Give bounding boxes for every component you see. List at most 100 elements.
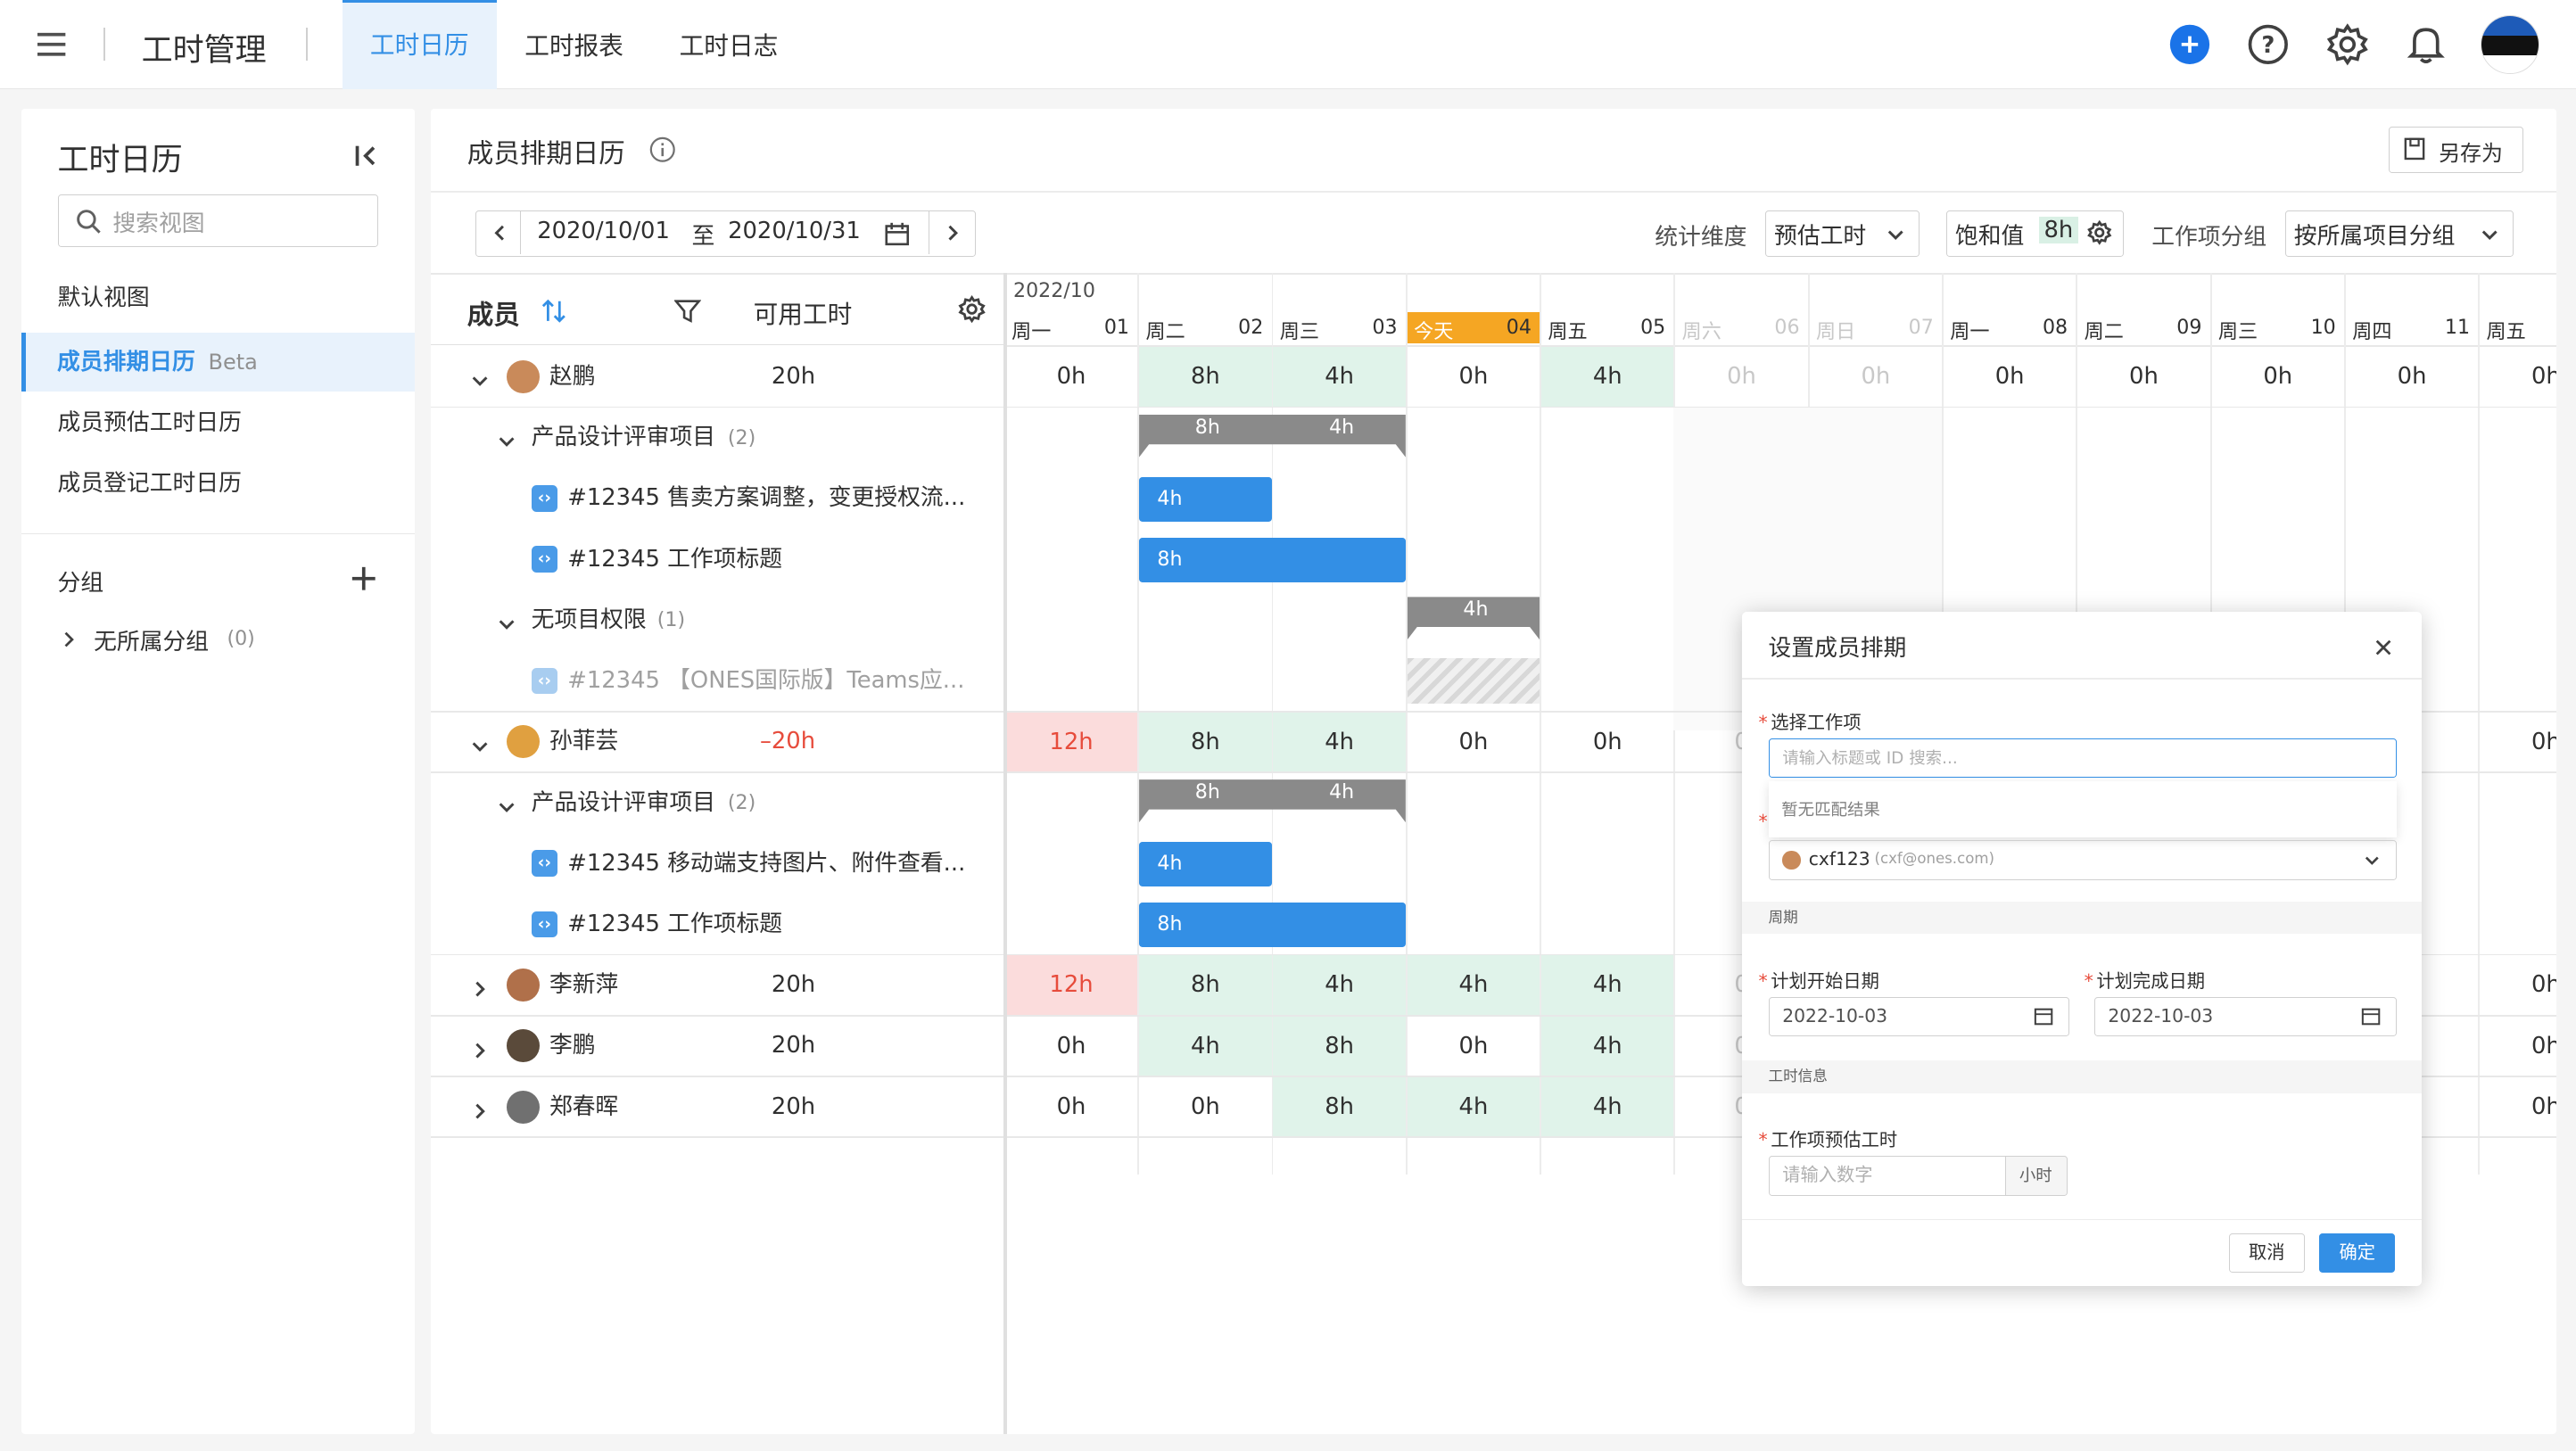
- group-by-select[interactable]: 按所属项目分组: [2284, 210, 2514, 257]
- chevron-right-icon[interactable]: [470, 1097, 490, 1119]
- work-item-title[interactable]: #12345 工作项标题: [567, 543, 782, 576]
- info-icon[interactable]: [649, 136, 676, 163]
- hours-cell[interactable]: 8h: [1139, 955, 1272, 1015]
- chevron-down-icon[interactable]: [497, 610, 516, 630]
- schedule-bar[interactable]: 8h: [1139, 538, 1406, 582]
- hours-cell[interactable]: 4h: [1541, 347, 1674, 407]
- hours-cell[interactable]: 4h: [1541, 1076, 1674, 1137]
- stat-dim-select[interactable]: 预估工时: [1764, 210, 1920, 257]
- end-date-input[interactable]: 2022-10-03: [2093, 996, 2397, 1036]
- hours-cell[interactable]: 8h: [1139, 712, 1272, 771]
- hours-cell[interactable]: 0h: [2480, 713, 2556, 771]
- prev-range-button[interactable]: [476, 211, 521, 254]
- hours-cell[interactable]: 0h: [1005, 1077, 1137, 1136]
- collapse-icon[interactable]: [352, 143, 379, 169]
- confirm-button[interactable]: 确定: [2319, 1233, 2396, 1274]
- next-range-button[interactable]: [929, 211, 973, 254]
- work-item-title[interactable]: #12345 移动端支持图片、附件查看...: [567, 847, 965, 880]
- hours-cell[interactable]: 0h: [2480, 1077, 2556, 1136]
- hours-cell[interactable]: 4h: [1273, 955, 1406, 1015]
- hours-cell[interactable]: 0h: [1408, 713, 1540, 771]
- sidebar-item-schedule[interactable]: 成员排期日历 Beta: [21, 332, 415, 392]
- chevron-right-icon[interactable]: [470, 1036, 490, 1059]
- bell-icon[interactable]: [2403, 21, 2449, 68]
- day-number: 08: [2042, 316, 2068, 340]
- hours-cell[interactable]: 0h: [2480, 955, 2556, 1014]
- hours-cell[interactable]: 0h: [1944, 347, 2076, 406]
- hours-cell[interactable]: 0h: [1139, 1077, 1271, 1136]
- cancel-button[interactable]: 取消: [2228, 1233, 2305, 1274]
- top-bar: 工时管理 工时日历 工时报表 工时日志 ?: [0, 0, 2576, 89]
- work-item-title[interactable]: #12345 售卖方案调整，变更授权流...: [567, 482, 965, 515]
- hours-cell[interactable]: 0h: [1408, 1017, 1540, 1076]
- group-item-ungrouped[interactable]: 无所属分组 (0): [58, 623, 387, 656]
- member-avatar: [507, 725, 540, 759]
- hours-cell[interactable]: 4h: [1139, 1016, 1272, 1076]
- search-input[interactable]: 搜索视图: [57, 194, 379, 247]
- sidebar-item-logged[interactable]: 成员登记工时日历: [21, 454, 415, 513]
- add-icon[interactable]: [2168, 21, 2215, 68]
- chevron-down-icon[interactable]: [497, 427, 516, 448]
- save-icon: [2405, 137, 2425, 161]
- tab-log[interactable]: 工时日志: [651, 0, 805, 89]
- schedule-bar[interactable]: 4h: [1139, 476, 1272, 522]
- hours-cell[interactable]: 8h: [1273, 1076, 1406, 1137]
- close-icon[interactable]: [2374, 633, 2393, 655]
- hours-cell[interactable]: 12h: [1004, 955, 1138, 1015]
- project-name: 产品设计评审项目: [531, 424, 716, 451]
- chevron-down-icon[interactable]: [497, 793, 516, 812]
- sidebar-item-estimate[interactable]: 成员预估工时日历: [21, 393, 415, 452]
- estimate-hours-input[interactable]: 请输入数字: [1768, 1156, 2007, 1196]
- member-select[interactable]: cxf123 (cxf@ones.com): [1768, 840, 2397, 880]
- menu-icon[interactable]: [37, 31, 67, 58]
- hours-cell[interactable]: 8h: [1273, 1016, 1406, 1076]
- tab-calendar[interactable]: 工时日历: [342, 0, 497, 89]
- work-item-title[interactable]: #12345 工作项标题: [567, 908, 782, 941]
- hours-cell[interactable]: 0h: [1408, 347, 1540, 406]
- hours-cell[interactable]: 0h: [2077, 347, 2209, 406]
- hours-cell[interactable]: 12h: [1004, 712, 1138, 771]
- date-range-picker[interactable]: 2020/10/01 至 2020/10/31: [475, 210, 976, 257]
- work-item-title[interactable]: #12345 【ONES国际版】Teams应...: [567, 664, 964, 697]
- hours-cell[interactable]: 4h: [1541, 955, 1674, 1015]
- schedule-bar[interactable]: 4h: [1139, 842, 1272, 886]
- hours-cell[interactable]: 0h: [1005, 347, 1137, 406]
- hours-cell[interactable]: 0h: [1810, 347, 1942, 406]
- chevron-right-icon[interactable]: [470, 976, 490, 997]
- no-result-dropdown: 暂无匹配结果: [1768, 780, 2397, 837]
- hours-cell[interactable]: 4h: [1407, 955, 1540, 1015]
- hours-cell[interactable]: 8h: [1139, 347, 1272, 407]
- hours-cell[interactable]: 4h: [1273, 712, 1406, 771]
- available-hours-negative: –20h: [760, 728, 816, 755]
- hours-cell[interactable]: 0h: [1005, 1017, 1137, 1076]
- chevron-down-icon: [2481, 230, 2498, 240]
- tab-report[interactable]: 工时报表: [497, 0, 651, 89]
- gear-icon[interactable]: [2324, 21, 2371, 68]
- beta-badge: Beta: [208, 349, 258, 375]
- chevron-down-icon[interactable]: [470, 732, 490, 752]
- search-placeholder: 搜索视图: [112, 210, 205, 237]
- calendar-icon: [885, 222, 910, 246]
- hours-cell[interactable]: 0h: [2480, 1017, 2556, 1076]
- hours-cell[interactable]: 0h: [2346, 347, 2478, 406]
- help-icon[interactable]: ?: [2245, 21, 2291, 68]
- hours-cell[interactable]: 0h: [1541, 713, 1673, 771]
- chevron-down-icon[interactable]: [470, 367, 490, 386]
- hours-cell[interactable]: 4h: [1541, 1016, 1674, 1076]
- hours-cell[interactable]: 4h: [1273, 347, 1406, 407]
- save-as-button[interactable]: 另存为: [2388, 126, 2523, 173]
- hours-cell[interactable]: 0h: [2212, 347, 2344, 406]
- member-name: 郑春晖: [549, 1092, 619, 1120]
- avatar[interactable]: [2481, 14, 2540, 74]
- work-item-search-input[interactable]: 请输入标题或 ID 搜索...: [1768, 738, 2397, 779]
- saturation-control[interactable]: 饱和值 8h: [1945, 210, 2124, 257]
- hours-cell[interactable]: 0h: [2480, 347, 2556, 406]
- chevron-left-icon: [493, 225, 504, 241]
- start-date-input[interactable]: 2022-10-03: [1768, 996, 2069, 1036]
- hours-cell[interactable]: 4h: [1407, 1076, 1540, 1137]
- schedule-bar[interactable]: 8h: [1139, 903, 1406, 948]
- available-hours: 20h: [771, 1032, 816, 1059]
- hours-cell[interactable]: 0h: [1675, 347, 1807, 406]
- saturation-value: 8h: [2038, 216, 2078, 243]
- add-group-icon[interactable]: [351, 565, 377, 592]
